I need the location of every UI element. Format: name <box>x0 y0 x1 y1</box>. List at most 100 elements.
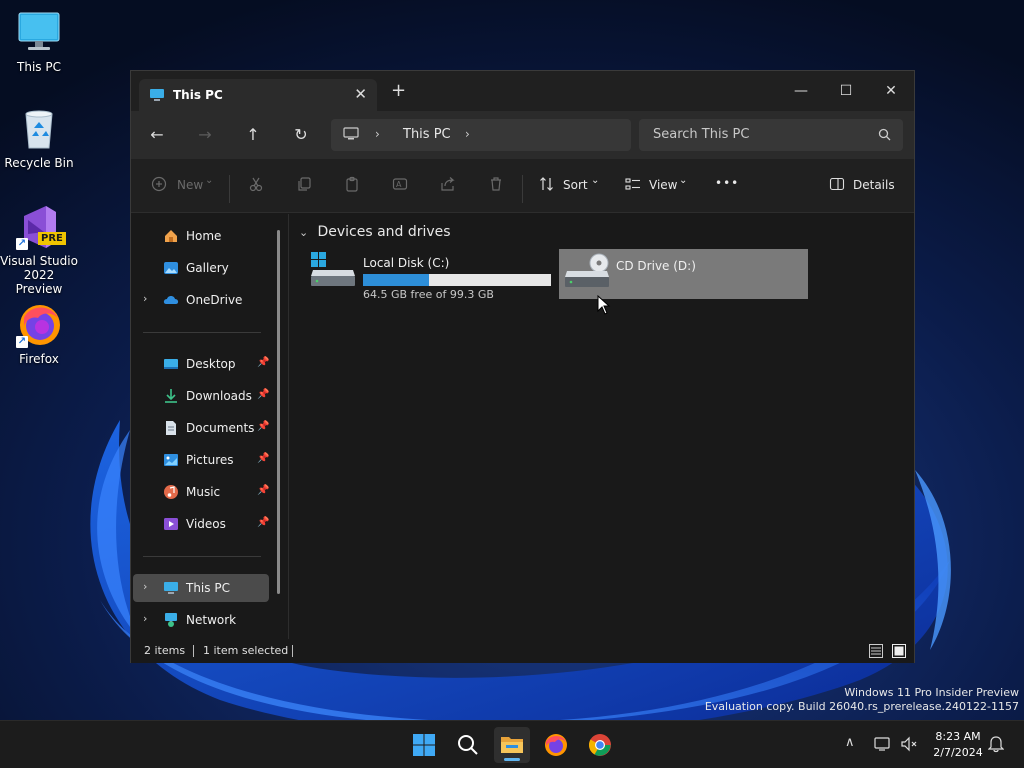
desktop-icon-firefox[interactable]: ↗ Firefox <box>0 302 78 366</box>
copy-icon[interactable] <box>294 176 314 196</box>
large-icons-view-icon[interactable] <box>892 644 906 661</box>
monitor-icon <box>16 10 62 56</box>
video-icon <box>163 516 179 532</box>
sidebar-item-documents[interactable]: Documents 📌 <box>133 414 269 442</box>
watermark-edition: Windows 11 Pro Insider Preview <box>844 686 1019 699</box>
taskbar-chrome[interactable] <box>582 727 618 763</box>
sidebar-item-pictures[interactable]: Pictures 📌 <box>133 446 269 474</box>
folder-icon <box>500 733 524 758</box>
new-button-label: New <box>177 178 204 192</box>
chevron-down-icon: ⌄ <box>591 175 600 186</box>
taskbar-search-button[interactable] <box>450 727 486 763</box>
group-header-devices-and-drives[interactable]: ⌄ Devices and drives <box>299 224 451 240</box>
address-bar[interactable]: › This PC › <box>331 119 631 151</box>
breadcrumb-chevron-icon[interactable]: › <box>465 127 470 141</box>
sidebar-item-music[interactable]: Music 📌 <box>133 478 269 506</box>
sidebar-item-gallery[interactable]: Gallery <box>133 254 269 282</box>
rename-icon[interactable]: A <box>390 176 410 196</box>
pin-icon[interactable]: 📌 <box>257 453 269 464</box>
expand-chevron-icon[interactable]: › <box>143 612 147 625</box>
drive-cd-drive-d[interactable]: CD Drive (D:) <box>559 249 808 299</box>
collapse-chevron-icon: ⌄ <box>299 226 309 239</box>
pin-icon[interactable]: 📌 <box>257 389 269 400</box>
minimize-button[interactable]: — <box>781 77 821 105</box>
pin-icon[interactable]: 📌 <box>257 421 269 432</box>
sort-icon <box>539 176 555 195</box>
sidebar-item-label: Downloads <box>186 389 252 403</box>
sidebar-item-downloads[interactable]: Downloads 📌 <box>133 382 269 410</box>
paste-icon[interactable] <box>342 176 362 196</box>
more-options-button[interactable]: ••• <box>715 176 739 198</box>
desktop-icon-this-pc[interactable]: This PC <box>0 10 78 74</box>
expand-chevron-icon[interactable]: › <box>143 580 147 593</box>
details-view-icon[interactable] <box>869 644 883 661</box>
sidebar-item-desktop[interactable]: Desktop 📌 <box>133 350 269 378</box>
firefox-icon <box>544 733 568 760</box>
system-clock[interactable]: 8:23 AM 2/7/2024 <box>920 729 996 761</box>
drive-local-disk-c[interactable]: Local Disk (C:) 64.5 GB free of 99.3 GB <box>309 250 553 301</box>
gallery-icon <box>163 260 179 276</box>
sidebar-item-onedrive[interactable]: › OneDrive <box>133 286 269 314</box>
item-count: 2 items <box>144 644 186 657</box>
sidebar-item-label: Network <box>186 613 237 627</box>
breadcrumb-chevron-icon[interactable]: › <box>375 127 380 141</box>
monitor-icon <box>149 88 165 105</box>
taskbar-file-explorer[interactable] <box>494 727 530 763</box>
up-button[interactable]: ↑ <box>241 123 265 147</box>
back-button[interactable]: ← <box>145 123 169 147</box>
breadcrumb-this-pc[interactable]: This PC <box>403 127 451 142</box>
monitor-icon <box>343 127 359 144</box>
show-hidden-icons-button[interactable]: ∧ <box>845 735 855 750</box>
notification-bell-icon[interactable] <box>987 735 1005 757</box>
tab-close-button[interactable]: ✕ <box>354 85 367 103</box>
sidebar-item-videos[interactable]: Videos 📌 <box>133 510 269 538</box>
view-button-label: View <box>649 178 678 192</box>
pictures-icon <box>163 452 179 468</box>
forward-button[interactable]: → <box>193 123 217 147</box>
title-bar[interactable]: This PC ✕ + — ☐ ✕ <box>131 71 914 111</box>
sidebar-item-home[interactable]: Home <box>133 222 269 250</box>
toolbar-divider <box>522 175 523 203</box>
cut-icon[interactable] <box>246 176 266 196</box>
evaluation-watermark: Windows 11 Pro Insider Preview Evaluatio… <box>705 686 1019 714</box>
sidebar-scrollbar[interactable] <box>277 230 280 594</box>
drive-free-space: 64.5 GB free of 99.3 GB <box>363 288 494 301</box>
chrome-icon <box>588 733 612 760</box>
expand-chevron-icon[interactable]: › <box>143 292 147 305</box>
status-divider <box>193 645 194 657</box>
details-pane-icon <box>829 176 845 195</box>
search-icon[interactable] <box>878 128 891 144</box>
maximize-button[interactable]: ☐ <box>826 77 866 105</box>
search-input[interactable]: Search This PC <box>653 127 749 142</box>
taskbar-firefox[interactable] <box>538 727 574 763</box>
pin-icon[interactable]: 📌 <box>257 485 269 496</box>
tab-this-pc[interactable]: This PC ✕ <box>139 79 377 111</box>
sidebar-item-this-pc[interactable]: › This PC <box>133 574 269 602</box>
recycle-bin-icon <box>16 106 62 152</box>
close-button[interactable]: ✕ <box>871 77 911 105</box>
network-status-icon[interactable] <box>874 736 892 756</box>
content-pane: ⌄ Devices and drives Local Disk (C:) 64.… <box>289 214 914 639</box>
network-icon <box>163 612 179 628</box>
new-tab-button[interactable]: + <box>391 82 406 100</box>
delete-icon[interactable] <box>486 176 506 196</box>
firefox-icon: ↗ <box>16 302 62 348</box>
view-list-icon <box>625 176 641 195</box>
group-title: Devices and drives <box>317 224 451 240</box>
desktop-icon-recycle-bin[interactable]: Recycle Bin <box>0 106 78 170</box>
desktop-icon-label: Firefox <box>19 352 59 366</box>
share-icon[interactable] <box>438 176 458 196</box>
toolbar-divider <box>229 175 230 203</box>
details-pane-label: Details <box>853 178 895 192</box>
desktop-folder-icon <box>163 356 179 372</box>
pin-icon[interactable]: 📌 <box>257 357 269 368</box>
storage-usage-fill <box>363 274 429 286</box>
volume-muted-icon[interactable] <box>900 736 918 756</box>
cd-drive-icon <box>563 251 611 294</box>
pin-icon[interactable]: 📌 <box>257 517 269 528</box>
search-box[interactable]: Search This PC <box>639 119 903 151</box>
desktop-icon-visual-studio[interactable]: PRE ↗ Visual Studio 2022 Preview <box>0 204 78 296</box>
refresh-button[interactable]: ↻ <box>289 123 313 147</box>
start-button[interactable] <box>406 727 442 763</box>
sidebar-item-network[interactable]: › Network <box>133 606 269 634</box>
